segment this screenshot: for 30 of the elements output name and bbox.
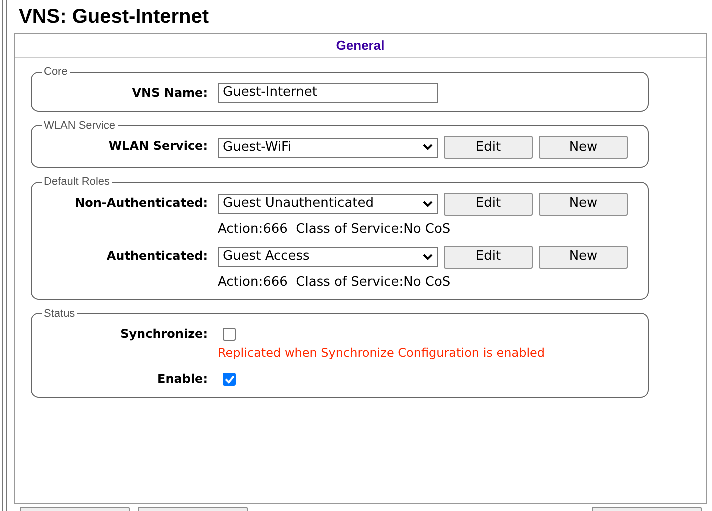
note-text: Replicated when Synchronize Configuration is enabled: [218, 345, 546, 361]
dropdown[interactable]: Guest-WiFi: [218, 138, 438, 158]
section-legend: Status: [42, 306, 78, 322]
field-label: VNS Name:: [131, 84, 209, 102]
section-legend: Core: [42, 64, 70, 80]
field-label: Synchronize:: [120, 326, 209, 343]
action-button[interactable]: New: [539, 136, 628, 159]
action-button[interactable]: Edit: [444, 192, 533, 216]
role-info: Action:666 Class of Service:No CoS: [218, 274, 452, 290]
field-label: Non-Authenticated:: [74, 194, 209, 212]
section-legend: WLAN Service: [42, 118, 118, 134]
action-button[interactable]: Edit: [444, 246, 533, 268]
action-button[interactable]: New: [539, 246, 628, 268]
action-button[interactable]: Edit: [444, 136, 533, 159]
page-title: VNS: Guest-Internet: [19, 5, 210, 29]
text-field[interactable]: Guest-Internet: [218, 82, 438, 102]
dropdown[interactable]: Guest Access: [218, 247, 438, 267]
checkbox[interactable]: [223, 373, 236, 386]
checkbox[interactable]: [223, 328, 236, 341]
chevron-down-icon: [423, 254, 433, 260]
section-legend: Default Roles: [42, 174, 112, 190]
field-label: Authenticated:: [106, 248, 209, 264]
chevron-down-icon: [423, 144, 433, 151]
section-tab[interactable]: General: [336, 36, 385, 56]
chevron-down-icon: [423, 200, 433, 208]
field-label: Enable:: [156, 371, 209, 388]
action-button[interactable]: New: [539, 192, 628, 216]
dropdown[interactable]: Guest Unauthenticated: [218, 194, 438, 214]
field-label: WLAN Service:: [108, 138, 209, 155]
role-info: Action:666 Class of Service:No CoS: [218, 222, 452, 238]
